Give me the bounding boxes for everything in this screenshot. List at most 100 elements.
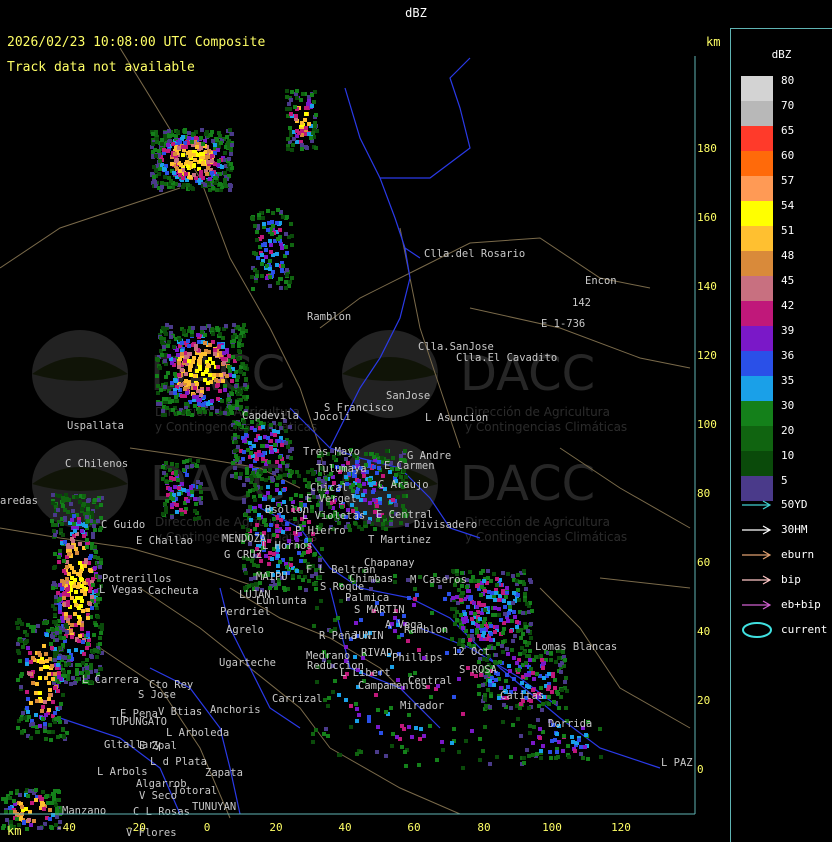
echo-pixel [56, 735, 60, 739]
echo-pixel [90, 511, 94, 515]
echo-pixel [314, 113, 318, 117]
echo-pixel [264, 248, 268, 252]
echo-pixel [92, 633, 96, 637]
echo-pixel [53, 658, 57, 662]
echo-pixel [531, 753, 535, 757]
echo-pixel [241, 525, 245, 529]
echo-pixel [455, 569, 459, 573]
echo-pixel [57, 675, 61, 679]
echo-pixel [73, 612, 77, 616]
track-label: bip [781, 573, 801, 586]
echo-pixel [17, 651, 21, 655]
place-label: Tulumaya [316, 463, 367, 475]
echo-pixel [289, 563, 293, 567]
track-status-label: Track data not available [7, 60, 195, 75]
track-label: current [781, 623, 828, 636]
echo-pixel [228, 369, 232, 373]
echo-pixel [190, 330, 194, 334]
place-label: JUNIN [352, 630, 384, 642]
echo-pixel [170, 515, 174, 519]
echo-pixel [41, 790, 45, 794]
echo-pixel [61, 504, 65, 508]
echo-pixel [169, 335, 173, 339]
place-label: E Zpal [139, 740, 177, 752]
echo-pixel [503, 612, 507, 616]
echo-pixel [278, 228, 282, 232]
echo-pixel [384, 527, 388, 531]
echo-pixel [523, 598, 527, 602]
echo-pixel [492, 572, 496, 576]
echo-pixel [93, 566, 97, 570]
echo-pixel [186, 339, 190, 343]
legend-swatch [741, 251, 773, 276]
echo-pixel [520, 681, 524, 685]
echo-pixel [192, 173, 196, 177]
echo-pixel [266, 491, 270, 495]
echo-pixel [172, 345, 176, 349]
echo-pixel [59, 528, 63, 532]
echo-pixel [163, 502, 167, 506]
echo-pixel [275, 483, 279, 487]
echo-pixel [243, 383, 247, 387]
echo-pixel [475, 584, 479, 588]
echo-pixel [268, 495, 272, 499]
place-label: Tres Mayo [303, 446, 360, 458]
echo-pixel [209, 412, 213, 416]
echo-pixel [484, 704, 488, 708]
echo-pixel [196, 459, 200, 463]
echo-pixel [281, 480, 285, 484]
echo-pixel [77, 621, 81, 625]
echo-pixel [245, 471, 249, 475]
echo-pixel [42, 644, 46, 648]
echo-pixel [54, 620, 58, 624]
echo-pixel [170, 462, 174, 466]
echo-pixel [219, 411, 223, 415]
echo-pixel [586, 757, 590, 761]
echo-pixel [250, 275, 254, 279]
track-arrow-icon [742, 550, 772, 560]
current-ellipse-icon [742, 622, 772, 638]
echo-pixel [299, 98, 303, 102]
radar-map[interactable]: DACCDirección de Agriculturay Contingenc… [0, 28, 730, 842]
legend-swatch [741, 376, 773, 401]
echo-pixel [285, 464, 289, 468]
echo-pixel [402, 494, 406, 498]
echo-pixel [67, 649, 71, 653]
echo-pixel [48, 808, 52, 812]
echo-pixel [519, 734, 523, 738]
echo-pixel [301, 92, 305, 96]
echo-pixel [58, 549, 62, 553]
x-axis-ticks: -40 -20 0 20 40 60 80 100 120 [56, 821, 631, 834]
echo-pixel [405, 523, 409, 527]
echo-pixel [516, 629, 520, 633]
echo-pixel [51, 586, 55, 590]
echo-pixel [570, 735, 574, 739]
echo-pixel [34, 713, 38, 717]
echo-pixel [501, 640, 505, 644]
y-tick-label: 140 [697, 280, 717, 293]
echo-pixel [90, 655, 94, 659]
echo-pixel [177, 411, 181, 415]
echo-pixel [188, 154, 192, 158]
echo-pixel [390, 744, 394, 748]
echo-pixel [77, 639, 81, 643]
x-tick-label: 20 [269, 821, 282, 834]
echo-pixel [559, 695, 563, 699]
echo-pixel [25, 662, 29, 666]
echo-pixel [289, 98, 293, 102]
echo-pixel [239, 472, 243, 476]
echo-pixel [57, 560, 61, 564]
echo-pixel [290, 470, 294, 474]
echo-pixel [512, 591, 516, 595]
echo-pixel [166, 371, 170, 375]
echo-pixel [270, 220, 274, 224]
echo-pixel [197, 402, 201, 406]
echo-pixel [547, 702, 551, 706]
echo-pixel [53, 613, 57, 617]
echo-pixel [571, 740, 575, 744]
echo-pixel [51, 700, 55, 704]
echo-pixel [210, 154, 214, 158]
echo-pixel [233, 466, 237, 470]
echo-pixel [221, 379, 225, 383]
echo-pixel [26, 794, 30, 798]
